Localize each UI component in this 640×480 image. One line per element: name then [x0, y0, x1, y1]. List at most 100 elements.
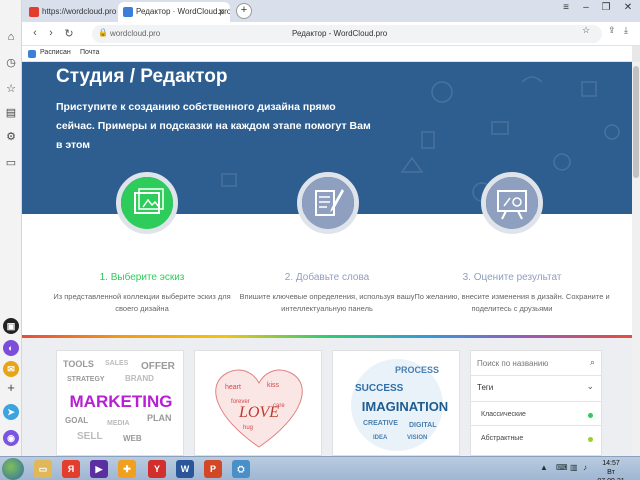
tabs-menu-icon[interactable]: ≡: [558, 2, 574, 13]
star-icon[interactable]: ☆: [582, 25, 590, 36]
wordcloud-thumbnail: TOOLS SALES OFFER STRATEGY BRAND GOAL MEDIA…: [63, 359, 176, 443]
url-page-title: Редактор - WordCloud.pro: [292, 29, 388, 38]
media-player-icon[interactable]: ▶: [90, 460, 108, 478]
settings-icon[interactable]: ⚙: [4, 130, 18, 144]
step-1-title: 1. Выберите эскиз: [99, 272, 185, 283]
svg-text:SELL: SELL: [77, 431, 103, 442]
address-bar: ‹ › ↻ 🔒 wordcloud.pro Редактор - WordClo…: [22, 22, 640, 46]
step-2-description: Впишите ключевые определения, используя …: [239, 292, 415, 313]
back-icon[interactable]: ‹: [28, 27, 42, 39]
yandex-browser-icon[interactable]: Я: [62, 460, 80, 478]
template-card-imagination[interactable]: PROCESS SUCCESS CREATIVE DIGITAL IDEA VISIO…: [332, 350, 460, 456]
app-icon-4[interactable]: ◉: [3, 430, 19, 446]
notes-icon[interactable]: ▤: [4, 106, 18, 120]
mail-icon[interactable]: ✉: [3, 361, 19, 377]
svg-text:kiss: kiss: [267, 382, 280, 389]
maximize-icon[interactable]: ❐: [598, 2, 614, 13]
app-icon-2[interactable]: ◐: [3, 340, 19, 356]
download-icon[interactable]: ⤓: [624, 25, 628, 36]
tab-label: https://wordcloud.pro/ru –: [42, 7, 116, 16]
screen: ⌂ ◷ ☆ ▤ ⚙ ▭ ▣ ◐ ✉ + ➤ ◉ https://wordclou…: [0, 0, 640, 480]
tag-item[interactable]: Абстрактные: [481, 435, 523, 442]
page-scrollbar[interactable]: [632, 62, 640, 456]
svg-text:MEDIA: MEDIA: [107, 420, 130, 427]
step-1-badge: [121, 177, 173, 229]
template-word: IMAGINATION: [362, 399, 448, 414]
history-icon[interactable]: ◷: [4, 56, 18, 70]
reload-icon[interactable]: ↻: [62, 27, 76, 40]
svg-text:OFFER: OFFER: [141, 361, 176, 372]
word-icon[interactable]: W: [176, 460, 194, 478]
svg-text:hug: hug: [243, 425, 253, 431]
new-tab-button[interactable]: +: [236, 3, 252, 19]
close-tab-icon[interactable]: ✕: [217, 2, 225, 22]
bookmark-item[interactable]: Почта: [80, 49, 99, 56]
explorer-icon[interactable]: ▭: [34, 460, 52, 478]
step-1-description: Из представленной коллекции выберите эск…: [53, 292, 231, 313]
template-card-marketing[interactable]: TOOLS SALES OFFER STRATEGY BRAND GOAL MEDIA…: [56, 350, 184, 456]
keyboard-icon[interactable]: ⌨: [556, 463, 568, 472]
bookmark-item[interactable]: Расписан: [40, 49, 71, 56]
close-window-icon[interactable]: ✕: [620, 2, 636, 13]
app-icon-3[interactable]: ➤: [3, 404, 19, 420]
svg-text:BRAND: BRAND: [125, 374, 154, 383]
yandex-icon[interactable]: Y: [148, 460, 166, 478]
step-3-badge: [486, 177, 538, 229]
hero-subtitle: Приступите к созданию собственного дизай…: [56, 101, 371, 151]
start-button[interactable]: [2, 458, 24, 480]
template-card-love[interactable]: heart kiss forever care hug LOVE: [194, 350, 322, 456]
document-pen-icon: [315, 189, 344, 216]
minimize-icon[interactable]: –: [578, 2, 594, 13]
forward-icon[interactable]: ›: [44, 27, 58, 39]
divider: [471, 425, 601, 426]
home-icon[interactable]: ⌂: [4, 30, 18, 44]
tag-item[interactable]: Классические: [481, 411, 526, 418]
downloads-icon[interactable]: ▭: [4, 156, 18, 170]
chevron-down-icon[interactable]: ⌄: [586, 381, 594, 392]
svg-text:PLAN: PLAN: [147, 413, 172, 423]
bookmark-favicon-icon: [28, 50, 36, 58]
share-icon[interactable]: ⇪: [608, 25, 616, 36]
step-1-circle[interactable]: [116, 172, 178, 234]
divider: [471, 375, 601, 376]
tab-editor[interactable]: Редактор · WordCloud.pro ✕: [118, 2, 230, 22]
bookmark-icon[interactable]: ☆: [4, 82, 18, 96]
url-text: wordcloud.pro: [110, 29, 161, 38]
tags-dropdown[interactable]: Теги: [477, 383, 493, 392]
svg-text:VISION: VISION: [407, 435, 427, 441]
svg-text:PROCESS: PROCESS: [395, 365, 439, 375]
step-3-title: 3. Оцените результат: [462, 272, 562, 283]
powerpoint-icon[interactable]: P: [204, 460, 222, 478]
svg-text:heart: heart: [225, 384, 241, 391]
tab-wordcloud[interactable]: https://wordcloud.pro/ru –: [24, 2, 116, 22]
add-icon[interactable]: +: [4, 381, 18, 395]
template-gallery: TOOLS SALES OFFER STRATEGY BRAND GOAL MEDIA…: [22, 338, 632, 456]
taskbar: ▭ Я ▶ ✚ Y W P ⛭ ▲ ⌨ ▥ ♪ 14:57 Вт 07.09.2…: [0, 456, 640, 480]
step-2-circle[interactable]: [297, 172, 359, 234]
lock-icon: 🔒: [98, 28, 108, 37]
filter-panel: Поиск по названию ⌕ Теги ⌄ Классические …: [470, 350, 602, 456]
url-field[interactable]: 🔒 wordcloud.pro Редактор - WordCloud.pro: [92, 25, 602, 43]
network-icon[interactable]: ▥: [570, 463, 578, 472]
svg-text:IDEA: IDEA: [373, 435, 388, 441]
tag-dot-icon: [588, 437, 593, 442]
yandex-favicon-icon: [29, 7, 39, 17]
easel-icon: [497, 190, 527, 220]
tray-chevron-icon[interactable]: ▲: [540, 463, 548, 472]
app-icon[interactable]: ✚: [118, 460, 136, 478]
app-icon-1[interactable]: ▣: [3, 318, 19, 334]
bookmarks-bar: Расписан Почта: [22, 46, 632, 62]
page-content: Студия / Редактор Приступите к созданию …: [22, 62, 632, 456]
page-title: Студия / Редактор: [56, 66, 228, 87]
step-2-badge: [302, 177, 354, 229]
volume-icon[interactable]: ♪: [583, 463, 587, 472]
system-clock[interactable]: 14:57 Вт 07.09.21: [596, 459, 626, 480]
wordcloud-favicon-icon: [123, 7, 133, 17]
step-3-description: По желанию, внесите изменения в дизайн. …: [414, 292, 610, 313]
scroll-thumb[interactable]: [633, 66, 639, 178]
search-icon[interactable]: ⌕: [590, 357, 595, 368]
network-app-icon[interactable]: ⛭: [232, 460, 250, 478]
step-3-circle[interactable]: [481, 172, 543, 234]
search-input[interactable]: Поиск по названию: [477, 359, 548, 368]
wordcloud-thumbnail: PROCESS SUCCESS CREATIVE DIGITAL IDEA VISIO…: [351, 359, 448, 451]
